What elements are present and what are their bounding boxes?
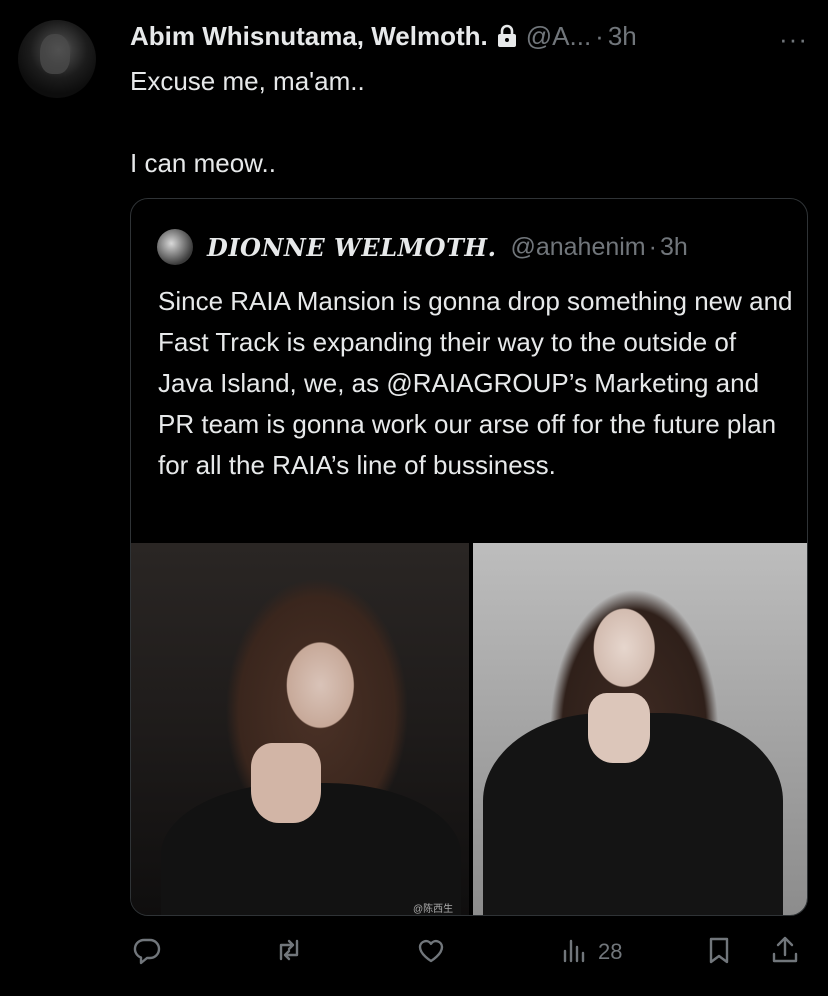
views-chart-icon <box>560 935 590 970</box>
photo-1[interactable]: @陈西生 <box>131 543 469 915</box>
photo-2[interactable] <box>473 543 807 915</box>
quoted-author-name[interactable]: DIONNE WELMOTH. <box>207 233 496 262</box>
share-button[interactable] <box>770 930 800 974</box>
quoted-author-handle[interactable]: @anahenim <box>510 233 645 262</box>
author-avatar[interactable] <box>18 20 96 98</box>
bookmark-button[interactable] <box>704 930 734 974</box>
reply-button[interactable] <box>132 930 162 974</box>
action-bar: 28 <box>130 930 808 974</box>
tweet-time[interactable]: 3h <box>608 21 637 52</box>
bookmark-icon <box>704 935 734 970</box>
photo-watermark: @陈西生 <box>413 904 454 915</box>
author-handle[interactable]: @A... <box>526 21 591 52</box>
tweet-header: Abim Whisnutama, Welmoth. @A... · 3h ··· <box>130 16 828 56</box>
lock-icon <box>496 24 518 48</box>
quoted-avatar[interactable] <box>157 229 193 265</box>
heart-icon <box>416 935 446 970</box>
tweet-text: Excuse me, ma'am.. I can meow.. <box>130 62 790 182</box>
retweet-icon <box>274 935 304 970</box>
reply-icon <box>132 935 162 970</box>
views-count: 28 <box>598 939 623 964</box>
quoted-tweet[interactable]: DIONNE WELMOTH. @anahenim · 3h Since RAI… <box>130 198 808 916</box>
quoted-separator: · <box>648 232 657 261</box>
more-options-icon[interactable]: ··· <box>779 24 808 55</box>
tweet-line-1: Excuse me, ma'am.. <box>130 66 365 96</box>
quoted-header: DIONNE WELMOTH. @anahenim · 3h <box>157 229 688 265</box>
media-grid: @陈西生 <box>131 543 807 915</box>
retweet-button[interactable] <box>274 930 304 974</box>
like-button[interactable] <box>416 930 446 974</box>
quoted-text: Since RAIA Mansion is gonna drop somethi… <box>158 286 793 480</box>
quoted-time[interactable]: 3h <box>660 233 688 262</box>
header-separator: · <box>595 20 604 51</box>
views-button[interactable]: 28 <box>560 930 622 974</box>
share-icon <box>770 935 800 970</box>
author-name[interactable]: Abim Whisnutama, Welmoth. <box>130 21 488 52</box>
tweet-line-2: I can meow.. <box>130 148 276 178</box>
